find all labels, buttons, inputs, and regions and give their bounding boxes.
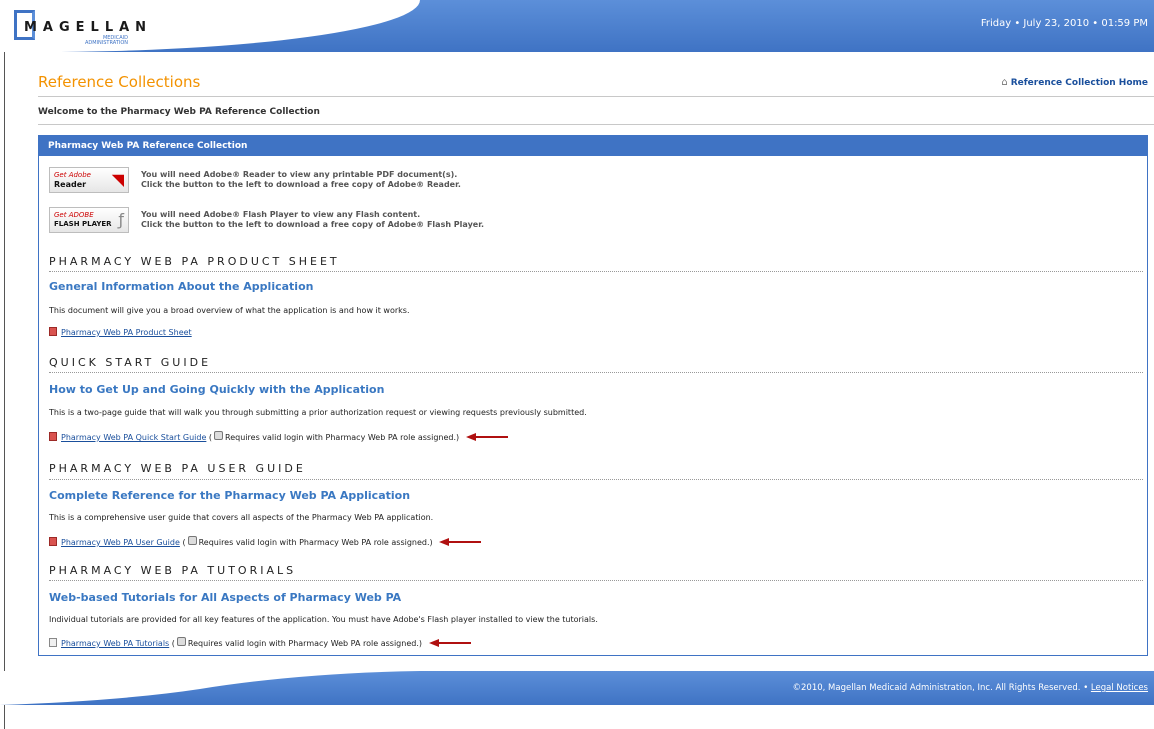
- page-header: MAGELLAN MEDICAID ADMINISTRATION Friday …: [0, 0, 1154, 52]
- quick-start-guide-link[interactable]: Pharmacy Web PA Quick Start Guide: [61, 433, 206, 442]
- section-description: This document will give you a broad over…: [49, 306, 410, 315]
- adobe-reader-icon: ◥: [111, 170, 124, 189]
- badge-line2: Reader: [54, 180, 87, 189]
- reference-collection-panel: Pharmacy Web PA Reference Collection Get…: [38, 135, 1148, 656]
- document-line: Pharmacy Web PA Tutorials (Requires vali…: [49, 637, 471, 648]
- note-line: Click the button to the left to download…: [141, 220, 485, 229]
- divider: [38, 124, 1154, 125]
- badge-line2: FLASH PLAYER: [54, 220, 112, 228]
- section-description: Individual tutorials are provided for al…: [49, 615, 598, 624]
- pdf-icon: [49, 537, 57, 546]
- login-note: Requires valid login with Pharmacy Web P…: [198, 538, 433, 547]
- get-adobe-reader-button[interactable]: Get Adobe Reader ◥: [49, 167, 129, 193]
- flash-player-note: You will need Adobe® Flash Player to vie…: [141, 210, 484, 230]
- section-divider: [49, 271, 1143, 272]
- section-subhead: Web-based Tutorials for All Aspects of P…: [49, 591, 402, 604]
- document-line: Pharmacy Web PA User Guide (Requires val…: [49, 536, 482, 547]
- copyright-text: ©2010, Magellan Medicaid Administration,…: [792, 683, 1089, 693]
- header-datetime: Friday • July 23, 2010 • 01:59 PM: [980, 18, 1148, 29]
- section-subhead: General Information About the Applicatio…: [49, 280, 314, 293]
- login-note: Requires valid login with Pharmacy Web P…: [225, 433, 460, 442]
- section-divider: [49, 479, 1143, 480]
- note-line: Click the button to the left to download…: [141, 180, 461, 189]
- adobe-reader-note: You will need Adobe® Reader to view any …: [141, 170, 461, 190]
- red-arrow-icon: [439, 538, 482, 546]
- section-title-tutorials: PHARMACY WEB PA TUTORIALS: [49, 564, 297, 577]
- user-guide-link[interactable]: Pharmacy Web PA User Guide: [61, 538, 180, 547]
- login-required-icon: [176, 637, 186, 646]
- reference-collection-home-link[interactable]: ⌂ Reference Collection Home: [1001, 77, 1148, 88]
- panel-title: Pharmacy Web PA Reference Collection: [39, 136, 1147, 156]
- divider: [38, 96, 1154, 97]
- badge-line1: Get ADOBE: [54, 211, 94, 219]
- left-border: [0, 52, 5, 729]
- document-line: Pharmacy Web PA Product Sheet: [49, 327, 192, 337]
- red-arrow-icon: [465, 433, 508, 441]
- section-description: This is a comprehensive user guide that …: [49, 513, 434, 522]
- login-required-icon: [187, 536, 197, 545]
- note-line: You will need Adobe® Reader to view any …: [141, 170, 458, 179]
- footer-swoosh: [0, 671, 420, 705]
- tutorials-link[interactable]: Pharmacy Web PA Tutorials: [61, 639, 169, 648]
- section-divider: [49, 580, 1143, 581]
- product-sheet-link[interactable]: Pharmacy Web PA Product Sheet: [61, 328, 192, 337]
- flash-file-icon: [49, 638, 57, 647]
- logo-subtitle: MEDICAID ADMINISTRATION: [84, 35, 128, 46]
- legal-notices-link[interactable]: Legal Notices: [1091, 683, 1148, 693]
- home-icon: ⌂: [1001, 77, 1008, 88]
- page-footer: ©2010, Magellan Medicaid Administration,…: [0, 671, 1154, 705]
- logo-area: MAGELLAN MEDICAID ADMINISTRATION: [0, 0, 420, 52]
- footer-text: ©2010, Magellan Medicaid Administration,…: [793, 683, 1148, 693]
- badge-line1: Get Adobe: [54, 171, 91, 179]
- section-title-product-sheet: PHARMACY WEB PA PRODUCT SHEET: [49, 255, 340, 268]
- flash-player-icon: ƒ: [118, 210, 124, 229]
- section-title-quick-start: QUICK START GUIDE: [49, 356, 212, 369]
- login-required-icon: [214, 431, 224, 440]
- section-title-user-guide: PHARMACY WEB PA USER GUIDE: [49, 462, 306, 475]
- logo-name: MAGELLAN: [24, 20, 153, 35]
- home-link-label: Reference Collection Home: [1010, 78, 1148, 88]
- welcome-text: Welcome to the Pharmacy Web PA Reference…: [38, 107, 320, 117]
- section-subhead: How to Get Up and Going Quickly with the…: [49, 383, 385, 396]
- section-description: This is a two-page guide that will walk …: [49, 408, 587, 417]
- document-line: Pharmacy Web PA Quick Start Guide (Requi…: [49, 431, 508, 442]
- login-note: Requires valid login with Pharmacy Web P…: [187, 639, 422, 648]
- get-flash-player-button[interactable]: Get ADOBE FLASH PLAYER ƒ: [49, 207, 129, 233]
- note-line: You will need Adobe® Flash Player to vie…: [141, 210, 421, 219]
- red-arrow-icon: [428, 639, 471, 647]
- section-divider: [49, 372, 1143, 373]
- section-subhead: Complete Reference for the Pharmacy Web …: [49, 489, 411, 502]
- pdf-icon: [49, 432, 57, 441]
- page-title: Reference Collections: [38, 73, 201, 91]
- pdf-icon: [49, 327, 57, 336]
